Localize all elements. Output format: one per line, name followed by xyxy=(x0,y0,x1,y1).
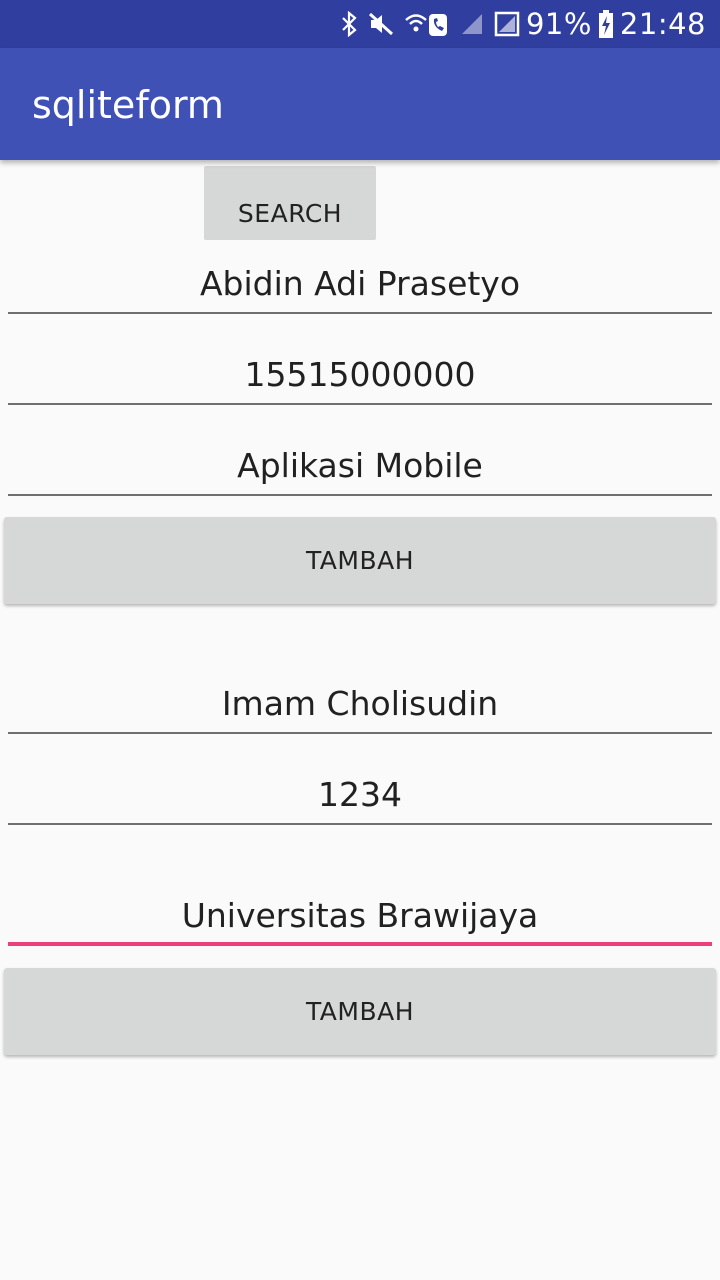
status-bar: 91% 21:48 xyxy=(0,0,720,48)
name-field-2[interactable]: Imam Cholisudin xyxy=(8,678,712,734)
signal-icon xyxy=(460,12,484,36)
tambah-button-2[interactable]: TAMBAH xyxy=(4,968,716,1055)
mute-icon xyxy=(368,11,394,37)
bluetooth-icon xyxy=(340,11,358,37)
battery-percent: 91% xyxy=(525,7,592,41)
number-field-1[interactable]: 15515000000 xyxy=(8,349,712,405)
tambah-button-2-label: TAMBAH xyxy=(305,997,415,1026)
content-area: SEARCH Abidin Adi Prasetyo 15515000000 A… xyxy=(0,160,720,1280)
app-bar: sqliteform xyxy=(0,48,720,160)
subject-field-1[interactable]: Aplikasi Mobile xyxy=(8,440,712,496)
subject-field-2[interactable]: Universitas Brawijaya xyxy=(8,890,712,946)
search-button-label: SEARCH xyxy=(237,198,343,228)
tambah-button-1[interactable]: TAMBAH xyxy=(4,517,716,604)
name-field-1[interactable]: Abidin Adi Prasetyo xyxy=(8,258,712,314)
tambah-button-1-label: TAMBAH xyxy=(305,546,415,575)
search-button[interactable]: SEARCH xyxy=(204,166,376,240)
app-title: sqliteform xyxy=(32,83,224,127)
no-sim-icon xyxy=(494,11,520,37)
battery-charging-icon xyxy=(598,10,614,38)
number-field-2[interactable]: 1234 xyxy=(8,769,712,825)
wifi-call-icon xyxy=(404,10,450,38)
clock: 21:48 xyxy=(619,7,706,41)
